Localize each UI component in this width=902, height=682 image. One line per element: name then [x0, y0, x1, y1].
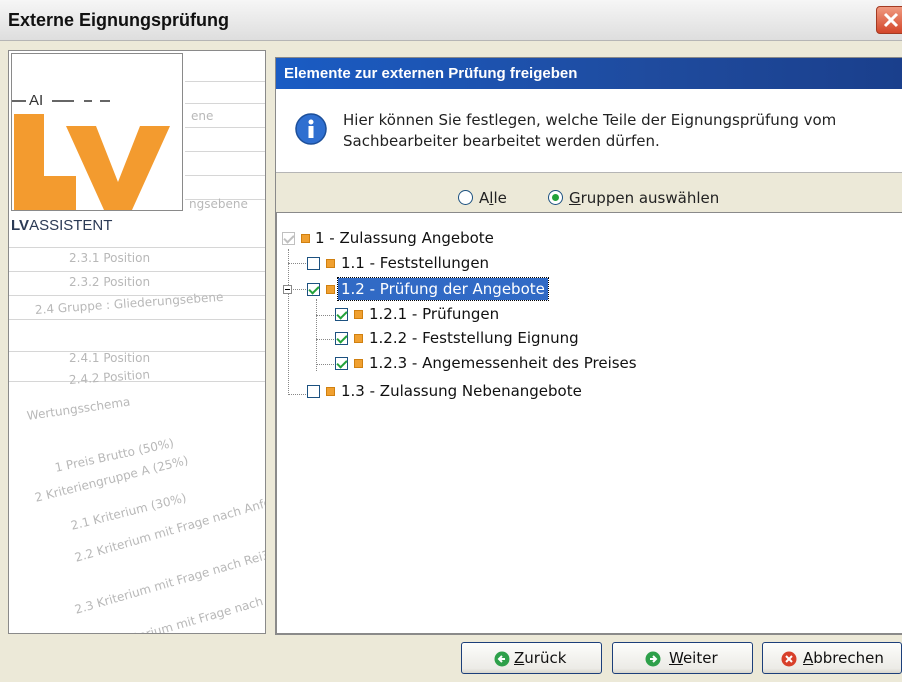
group-tree[interactable]: 1 - Zulassung Angebote 1.1 - Feststellun…: [276, 212, 902, 634]
info-text: Hier können Sie festlegen, welche Teile …: [343, 111, 837, 150]
arrow-right-icon: [645, 651, 661, 667]
wizard-side-image: AI LVASSISTENT ene ngsebene 2.3.1 Positi…: [8, 50, 266, 634]
side-row: ngsebene: [189, 197, 248, 211]
node-checkbox[interactable]: [335, 357, 348, 370]
node-label: 1.2 - Prüfung der Angebote: [337, 277, 549, 301]
cancel-button[interactable]: Abbrechen: [762, 642, 902, 674]
radio-all-circle[interactable]: [458, 190, 473, 205]
tree-node[interactable]: 1.3 - Zulassung Nebenangebote: [277, 380, 637, 402]
close-button[interactable]: [876, 6, 902, 34]
node-label: 1.1 - Feststellungen: [341, 254, 490, 272]
node-label: 1.2.1 - Prüfungen: [369, 305, 500, 323]
node-label: 1.3 - Zulassung Nebenangebote: [341, 382, 582, 400]
node-checkbox: [282, 232, 295, 245]
node-square-icon: [354, 310, 363, 319]
side-row: 2.3.1 Position: [69, 251, 151, 265]
section-title: Elemente zur externen Prüfung freigeben: [284, 65, 578, 82]
node-square-icon: [326, 259, 335, 268]
side-row: 2.4.2 Position: [68, 367, 151, 387]
section-header: Elemente zur externen Prüfung freigeben: [276, 58, 902, 89]
close-icon: [883, 12, 899, 28]
info-icon: [295, 113, 327, 145]
node-checkbox[interactable]: [307, 385, 320, 398]
window-title: Externe Eignungsprüfung: [8, 10, 230, 30]
tree-node[interactable]: 1.2.1 - Prüfungen: [277, 303, 617, 325]
brand-name: LVASSISTENT: [11, 217, 113, 234]
side-row: ene: [191, 109, 214, 123]
radio-all[interactable]: Alle: [458, 189, 507, 207]
node-label: 1.2.2 - Feststellung Eignung: [369, 329, 579, 347]
lv-logo: AI: [11, 53, 183, 211]
node-square-icon: [326, 285, 335, 294]
node-checkbox[interactable]: [335, 308, 348, 321]
side-row: 2.4 Gruppe : Gliederungsebene: [34, 289, 224, 317]
title-bar: Externe Eignungsprüfung: [0, 0, 902, 41]
tree-node[interactable]: 1.2.2 - Feststellung Eignung: [277, 327, 637, 349]
node-square-icon: [354, 359, 363, 368]
tree-node[interactable]: 1.2.3 - Angemessenheit des Preises: [277, 352, 677, 374]
logo-ai-text: AI: [29, 92, 44, 109]
node-checkbox[interactable]: [307, 283, 320, 296]
node-square-icon: [354, 334, 363, 343]
tree-node[interactable]: 1 - Zulassung Angebote: [277, 227, 577, 249]
tree-node-selected[interactable]: 1.2 - Prüfung der Angebote: [277, 277, 597, 301]
tree-node[interactable]: 1.1 - Feststellungen: [277, 252, 577, 274]
arrow-left-icon: [494, 651, 510, 667]
node-square-icon: [301, 234, 310, 243]
back-button[interactable]: Zurück: [461, 642, 602, 674]
node-label: 1 - Zulassung Angebote: [315, 229, 494, 247]
radio-groups-circle[interactable]: [548, 190, 563, 205]
side-row: 2.4.1 Position: [69, 351, 151, 365]
node-checkbox[interactable]: [307, 257, 320, 270]
side-row: 2.3.2 Position: [69, 275, 151, 289]
node-label: 1.2.3 - Angemessenheit des Preises: [369, 354, 637, 372]
cancel-icon: [781, 651, 797, 667]
next-button[interactable]: Weiter: [612, 642, 753, 674]
node-checkbox[interactable]: [335, 332, 348, 345]
radio-groups[interactable]: Gruppen auswählen: [548, 189, 719, 207]
node-square-icon: [326, 387, 335, 396]
side-row: Wertungsschema: [26, 394, 132, 423]
